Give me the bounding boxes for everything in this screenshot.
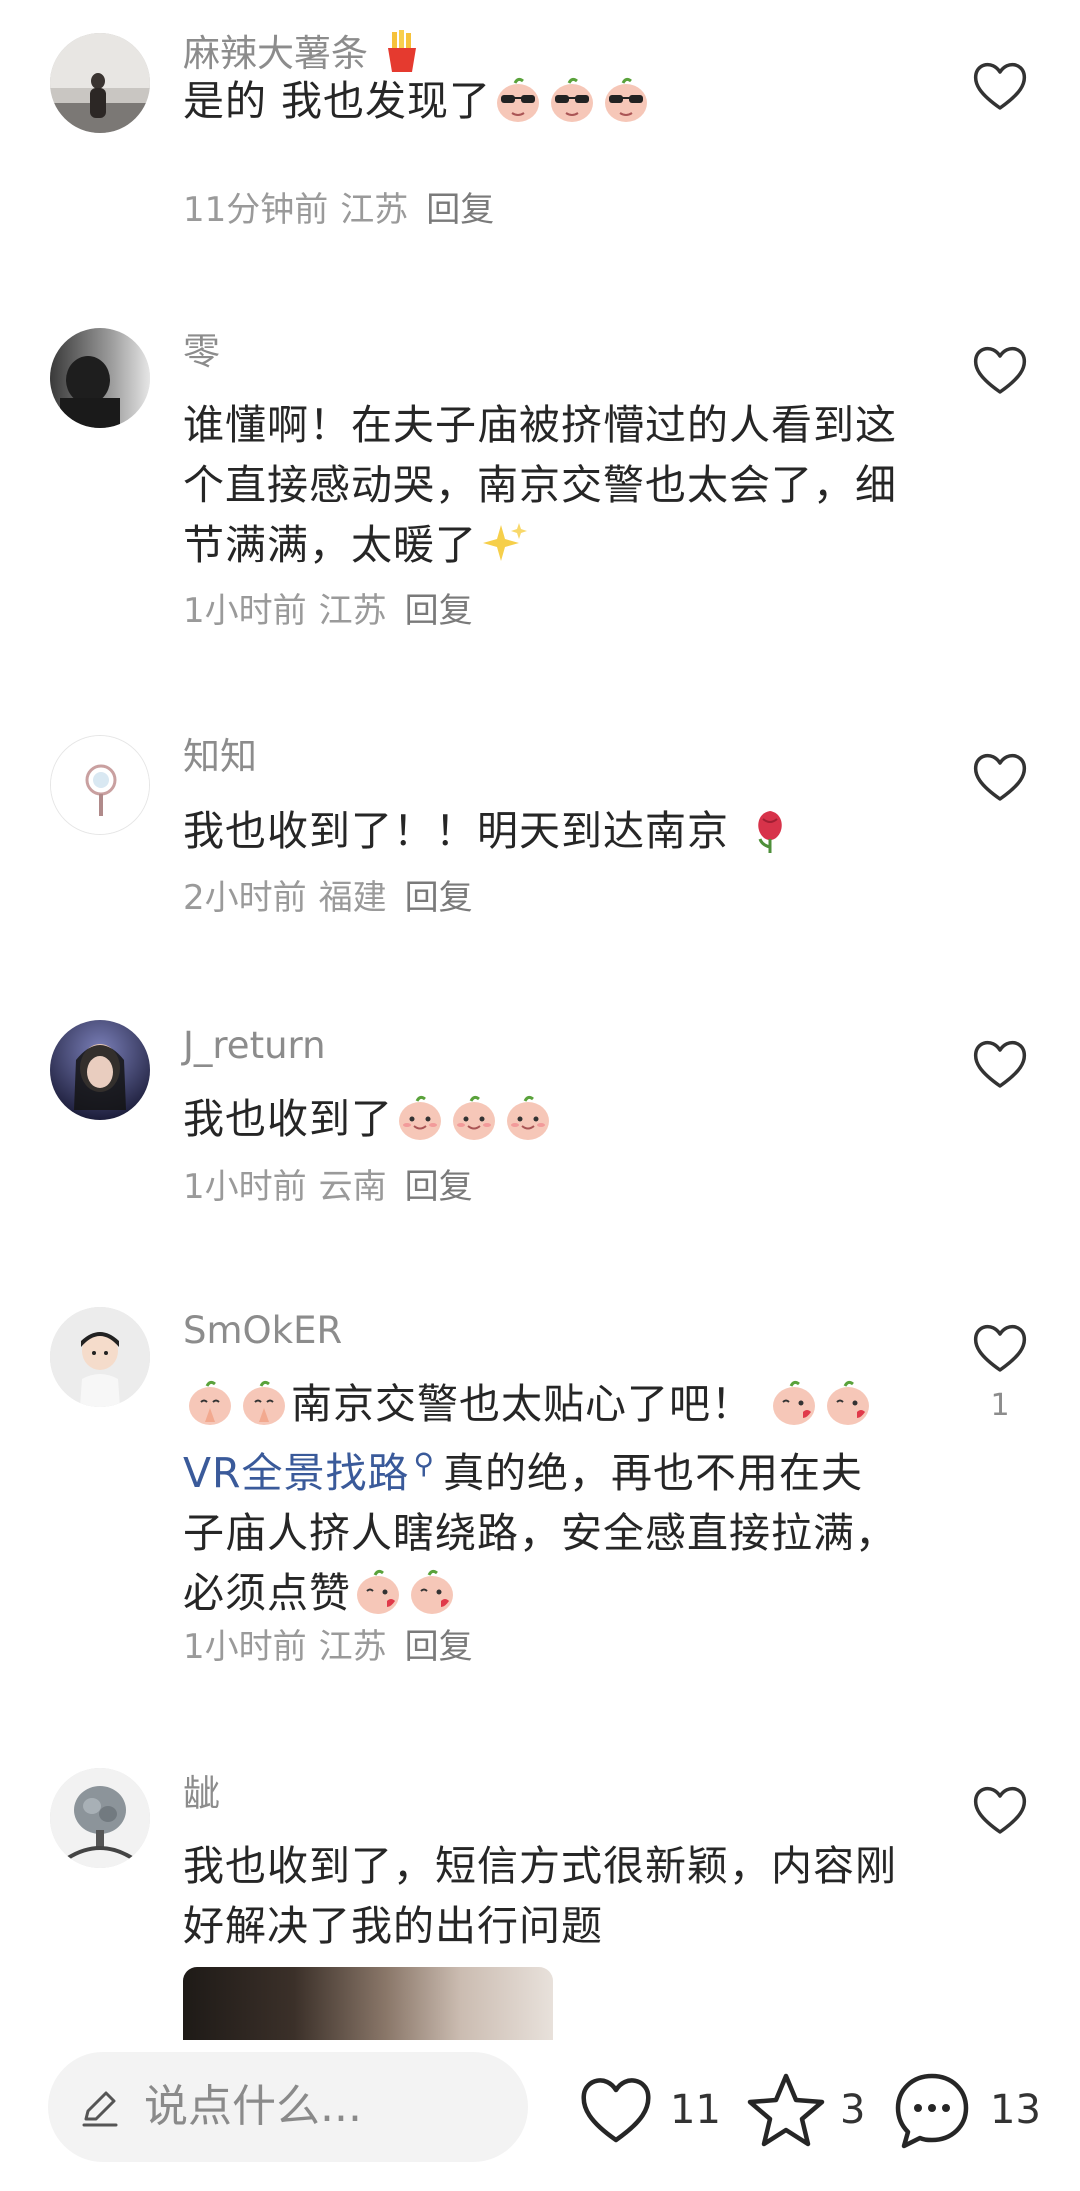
heart-outline-icon xyxy=(973,62,1027,110)
fries-icon xyxy=(382,30,422,74)
timestamp: 1小时前 xyxy=(183,1627,307,1667)
vr-panorama-link[interactable]: VR全景找路 xyxy=(183,1449,410,1497)
like-count: 11 xyxy=(670,2087,721,2133)
comment-meta: 11分钟前 江苏 回复 xyxy=(183,186,494,234)
sunglasses-peach-icon xyxy=(547,75,597,125)
location: 江苏 xyxy=(318,591,387,631)
comment-text: 我也收到了 xyxy=(183,1089,903,1149)
location: 云南 xyxy=(318,1167,387,1207)
username-text: 麻辣大薯条 xyxy=(183,32,368,75)
comment-text: 是的 我也发现了 xyxy=(183,71,903,131)
comment-meta: 2小时前 福建 回复 xyxy=(183,874,473,922)
comment-meta: 1小时前 江苏 回复 xyxy=(183,1623,473,1671)
reply-button[interactable]: 回复 xyxy=(405,1167,473,1207)
heart-outline-icon xyxy=(973,1786,1027,1834)
sunglasses-peach-icon xyxy=(601,75,651,125)
rose-icon xyxy=(745,805,795,855)
favorite-action[interactable]: 3 xyxy=(744,2060,884,2160)
like-button[interactable] xyxy=(968,1316,1032,1380)
comment-image[interactable] xyxy=(183,1967,553,2047)
sunglasses-peach-icon xyxy=(493,75,543,125)
timestamp: 1小时前 xyxy=(183,1167,307,1207)
username[interactable]: SmOkER xyxy=(183,1307,342,1355)
like-button[interactable] xyxy=(968,745,1032,809)
kiss-peach-icon xyxy=(407,1567,457,1617)
kiss-peach-icon xyxy=(353,1567,403,1617)
avatar[interactable] xyxy=(50,33,150,133)
comment-text-part: 南京交警也太贴心了吧！ xyxy=(291,1380,753,1428)
like-button[interactable] xyxy=(968,1032,1032,1096)
heart-outline-icon xyxy=(581,2078,651,2143)
reply-button[interactable]: 回复 xyxy=(426,190,494,230)
like-button[interactable] xyxy=(968,1778,1032,1842)
like-count: 1 xyxy=(990,1388,1010,1423)
heart-outline-icon xyxy=(973,346,1027,394)
sparkles-icon xyxy=(479,519,529,569)
smile-peach-icon xyxy=(449,1093,499,1143)
star-outline-icon xyxy=(747,2073,825,2147)
location: 福建 xyxy=(318,878,387,918)
comment-text-content: 我也收到了！！明天到达南京 xyxy=(183,807,729,855)
reply-button[interactable]: 回复 xyxy=(405,1627,473,1667)
like-action[interactable]: 11 xyxy=(574,2060,724,2160)
comment-meta: 1小时前 江苏 回复 xyxy=(183,587,473,635)
comment-text-content: 我也收到了，短信方式很新颖，内容刚好解决了我的出行问题 xyxy=(183,1842,897,1950)
heart-outline-icon xyxy=(973,1324,1027,1372)
comment-text: 我也收到了，短信方式很新颖，内容刚好解决了我的出行问题 xyxy=(183,1836,903,1956)
username[interactable]: 知知 xyxy=(183,733,257,781)
heart-outline-icon xyxy=(973,753,1027,801)
kiss-peach-icon xyxy=(769,1378,819,1428)
reply-button[interactable]: 回复 xyxy=(405,878,473,918)
pencil-icon xyxy=(82,2091,118,2127)
timestamp: 11分钟前 xyxy=(183,190,329,230)
comment-text: 谁懂啊！在夫子庙被挤懵过的人看到这个直接感动哭，南京交警也太会了，细节满满，太暖… xyxy=(183,395,903,575)
comment-text: 我也收到了！！明天到达南京 xyxy=(183,801,903,861)
username[interactable]: J_return xyxy=(183,1022,326,1070)
comment-input-placeholder: 说点什么... xyxy=(144,2081,362,2132)
smile-peach-icon xyxy=(395,1093,445,1143)
heart-outline-icon xyxy=(973,1040,1027,1088)
comment-text-content: 我也收到了 xyxy=(183,1095,393,1143)
comment-text-content: 谁懂啊！在夫子庙被挤懵过的人看到这个直接感动哭，南京交警也太会了，细节满满，太暖… xyxy=(183,401,897,569)
location: 江苏 xyxy=(340,190,409,230)
comment-count: 13 xyxy=(990,2087,1041,2133)
timestamp: 1小时前 xyxy=(183,591,307,631)
pray-peach-icon xyxy=(185,1378,235,1428)
avatar[interactable] xyxy=(50,735,150,835)
search-icon[interactable]: ⚲ xyxy=(414,1447,436,1480)
username[interactable]: 零 xyxy=(183,328,220,376)
favorite-count: 3 xyxy=(840,2087,866,2133)
username[interactable]: 龇 xyxy=(183,1770,220,1818)
comment-action[interactable]: 13 xyxy=(890,2060,1070,2160)
comment-meta: 1小时前 云南 回复 xyxy=(183,1163,473,1211)
smile-peach-icon xyxy=(503,1093,553,1143)
like-button[interactable] xyxy=(968,54,1032,118)
bottom-action-bar: 说点什么... 11 3 13 xyxy=(0,2040,1080,2191)
pray-peach-icon xyxy=(239,1378,289,1428)
kiss-peach-icon xyxy=(823,1378,873,1428)
avatar[interactable] xyxy=(50,1020,150,1120)
reply-button[interactable]: 回复 xyxy=(405,591,473,631)
comment-input[interactable]: 说点什么... xyxy=(48,2052,528,2162)
avatar[interactable] xyxy=(50,328,150,428)
comment-text: 南京交警也太贴心了吧！ VR全景找路 ⚲ 真的绝，再也不用在夫子庙人挤人瞎绕路，安全… xyxy=(183,1374,903,1623)
speech-bubble-icon xyxy=(895,2073,969,2149)
avatar[interactable] xyxy=(50,1768,150,1868)
timestamp: 2小时前 xyxy=(183,878,307,918)
location: 江苏 xyxy=(318,1627,387,1667)
avatar[interactable] xyxy=(50,1307,150,1407)
like-button[interactable] xyxy=(968,338,1032,402)
comment-text-content: 是的 我也发现了 xyxy=(183,77,492,125)
